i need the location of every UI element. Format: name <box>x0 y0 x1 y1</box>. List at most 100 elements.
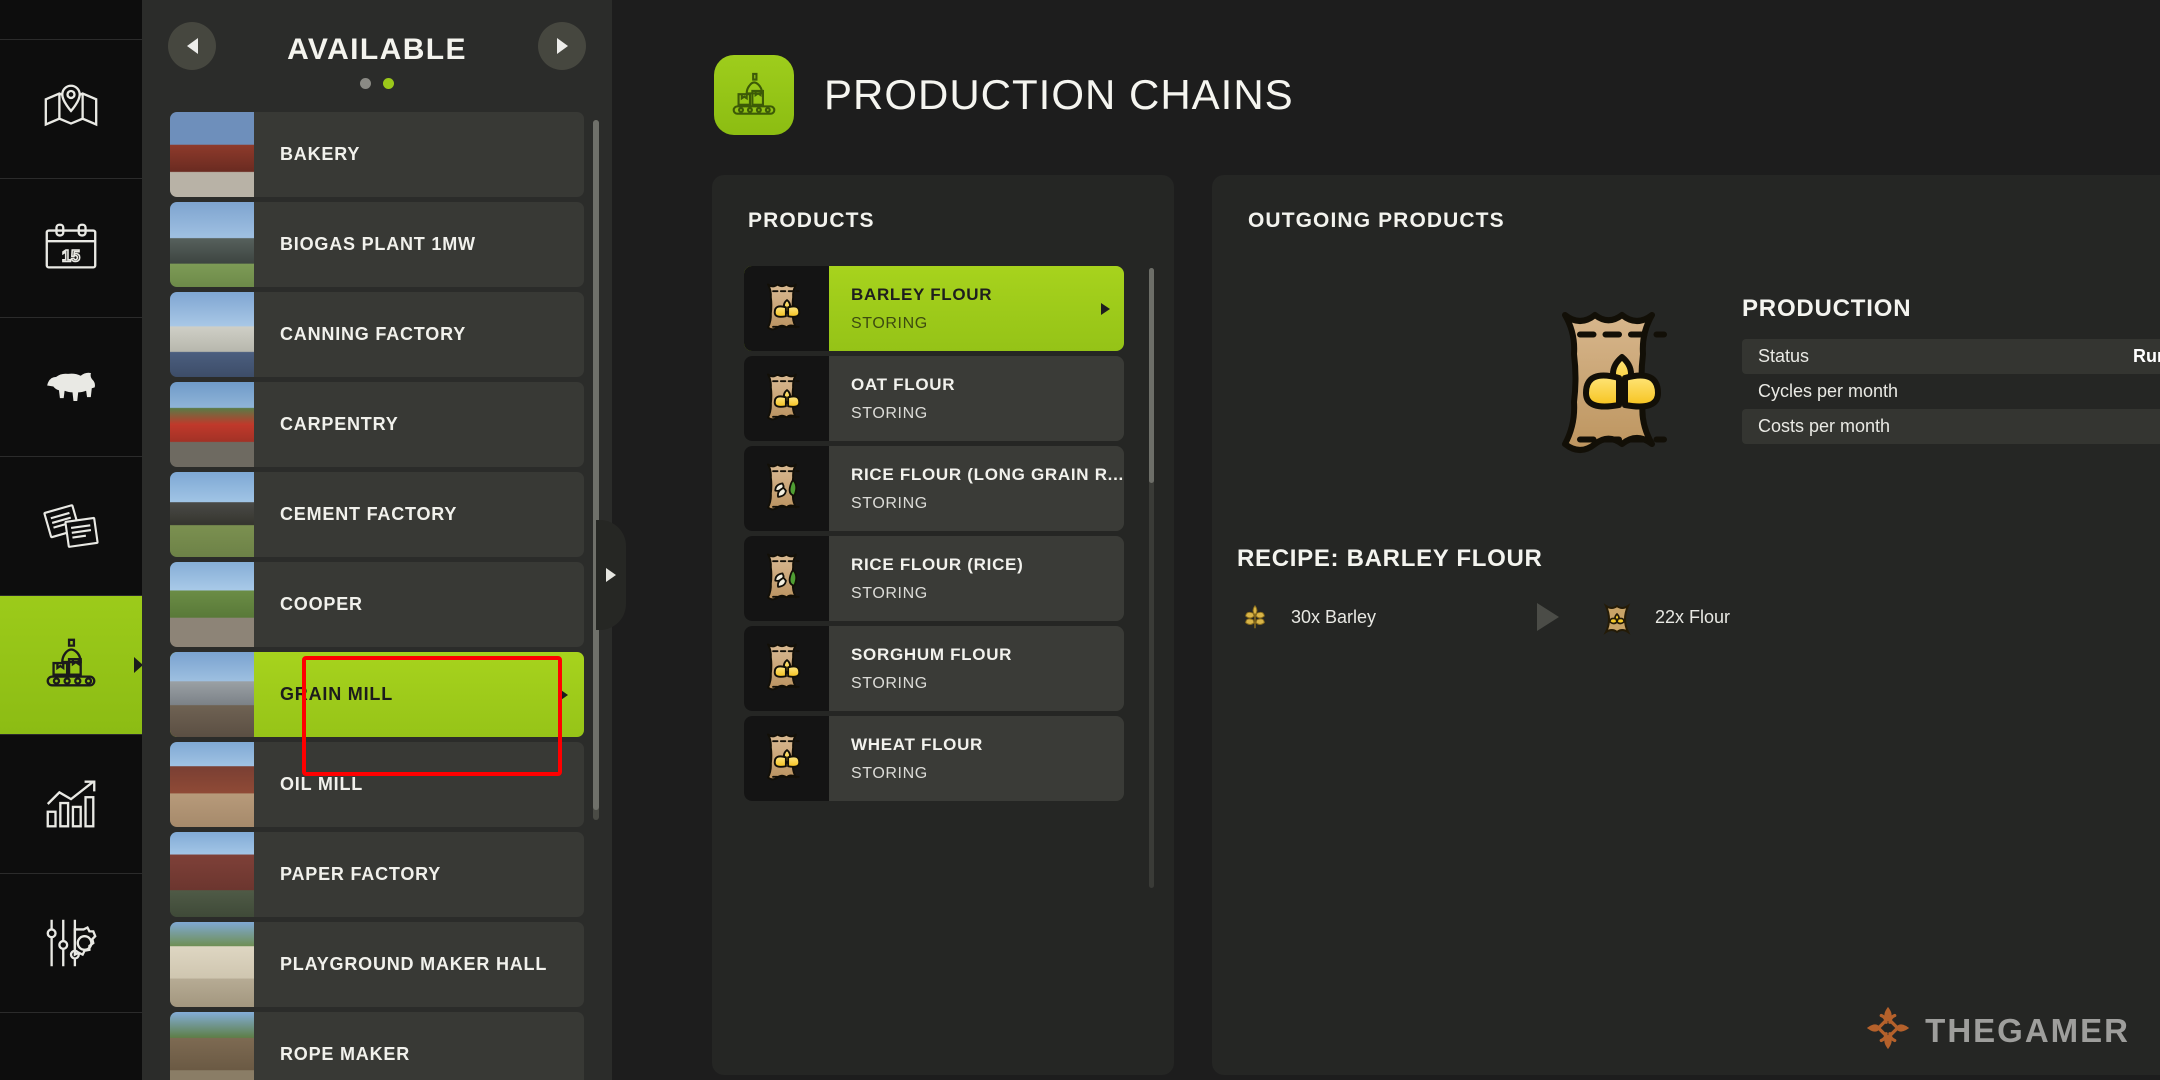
next-page-button[interactable] <box>538 22 586 70</box>
available-list-item-label: PAPER FACTORY <box>280 864 442 884</box>
cow-icon <box>47 372 95 402</box>
page-header: PRODUCTION CHAINS <box>714 55 1294 135</box>
sidebar-item-contracts[interactable] <box>0 457 142 596</box>
available-list-item[interactable]: ROPE MAKER <box>170 1012 584 1080</box>
panel-title: AVAILABLE <box>287 33 467 66</box>
available-list-item-label: ROPE MAKER <box>280 1044 411 1064</box>
recipe-arrow-icon <box>1537 603 1559 631</box>
sidebar-item-settings[interactable] <box>0 874 142 1013</box>
available-list-item[interactable]: PLAYGROUND MAKER HALL <box>170 922 584 1007</box>
page-title: PRODUCTION CHAINS <box>824 71 1294 118</box>
production-thumbnail <box>170 562 254 647</box>
chevron-right-icon <box>556 38 568 54</box>
flour-bag-icon <box>744 716 829 801</box>
panel-collapse-tab[interactable] <box>596 520 626 630</box>
available-list[interactable]: BAKERY BIOGAS PLANT 1MW CANNING FACTORY CAR… <box>142 112 612 1080</box>
available-list-item-label: CARPENTRY <box>280 414 399 434</box>
product-state: STORING <box>851 494 928 512</box>
watermark-text: THEGAMER <box>1925 1011 2130 1049</box>
page-icon-badge <box>714 55 794 135</box>
available-list-item-label: GRAIN MILL <box>280 684 393 704</box>
stat-label: Costs per month <box>1758 416 1891 436</box>
site-watermark: THEGAMER <box>1865 1005 2130 1056</box>
documents-icon <box>43 504 99 548</box>
production-stats: PRODUCTION Status Running Cycles per month… <box>1742 295 2160 444</box>
production-stat-row: Cycles per month480 <box>1742 374 2160 409</box>
flour-bag-icon <box>744 626 829 711</box>
available-list-item[interactable]: BIOGAS PLANT 1MW <box>170 202 584 287</box>
available-list-item[interactable]: PAPER FACTORY <box>170 832 584 917</box>
available-list-item[interactable]: CARPENTRY <box>170 382 584 467</box>
production-stat-row: Costs per month24 € <box>1742 409 2160 444</box>
product-list-item[interactable]: BARLEY FLOUR STORING <box>744 266 1124 351</box>
products-scrollbar-thumb[interactable] <box>1149 268 1154 483</box>
sidebar-item-map[interactable] <box>0 40 142 179</box>
page-dot-2[interactable] <box>383 78 394 89</box>
available-list-item-label: PLAYGROUND MAKER HALL <box>280 954 548 974</box>
product-list-item[interactable]: RICE FLOUR (LONG GRAIN R... STORING <box>744 446 1124 531</box>
chevron-right-icon <box>558 687 568 702</box>
recipe-output-text: 22x Flour <box>1655 606 1731 627</box>
product-text: SORGHUM FLOUR STORING <box>851 645 1012 693</box>
stat-value: Running <box>2133 346 2160 366</box>
available-list-item-label: CEMENT FACTORY <box>280 504 458 524</box>
available-list-item[interactable]: CEMENT FACTORY <box>170 472 584 557</box>
production-thumbnail <box>170 382 254 467</box>
product-name: RICE FLOUR (LONG GRAIN R... <box>851 464 1124 484</box>
production-thumbnail <box>170 1012 254 1080</box>
product-state: STORING <box>851 674 928 692</box>
production-thumbnail <box>170 742 254 827</box>
sidebar-item-production[interactable] <box>0 596 143 735</box>
product-text: RICE FLOUR (RICE) STORING <box>851 555 1023 603</box>
sidebar-item-animals[interactable] <box>0 318 142 457</box>
bar-chart-icon <box>46 780 96 828</box>
available-list-item[interactable]: COOPER <box>170 562 584 647</box>
recipe-input-text: 30x Barley <box>1291 606 1377 627</box>
thegamer-logo-icon <box>1865 1005 1911 1056</box>
available-list-item[interactable]: OIL MILL <box>170 742 584 827</box>
production-stat-row: Status Running <box>1742 339 2160 374</box>
production-thumbnail <box>170 202 254 287</box>
available-list-item-label: COOPER <box>280 594 363 614</box>
barley-grain-icon <box>1237 599 1273 635</box>
product-name: RICE FLOUR (RICE) <box>851 554 1024 574</box>
available-list-item[interactable]: BAKERY <box>170 112 584 197</box>
calendar-15-icon: 15 <box>45 223 97 269</box>
product-list-item[interactable]: OAT FLOUR STORING <box>744 356 1124 441</box>
product-text: OAT FLOUR STORING <box>851 375 955 423</box>
product-list-item[interactable]: SORGHUM FLOUR STORING <box>744 626 1124 711</box>
products-list[interactable]: BARLEY FLOUR STORING OAT FLOUR STORING R… <box>744 266 1124 806</box>
product-list-item[interactable]: RICE FLOUR (RICE) STORING <box>744 536 1124 621</box>
outgoing-product-icon <box>1547 300 1697 470</box>
flour-bag-icon <box>744 266 829 351</box>
production-conveyor-icon <box>46 638 96 687</box>
products-card: PRODUCTS BARLEY FLOUR STORING OAT FLOUR … <box>712 175 1174 1075</box>
available-list-item[interactable]: GRAIN MILL <box>170 652 584 737</box>
sidebar-item-finances[interactable] <box>0 735 142 874</box>
product-name: BARLEY FLOUR <box>851 284 993 304</box>
product-name: WHEAT FLOUR <box>851 734 984 754</box>
product-list-item[interactable]: WHEAT FLOUR STORING <box>744 716 1124 801</box>
available-list-item[interactable]: CANNING FACTORY <box>170 292 584 377</box>
page-dot-1[interactable] <box>360 78 371 89</box>
production-thumbnail <box>170 832 254 917</box>
svg-text:15: 15 <box>62 248 80 266</box>
production-thumbnail <box>170 112 254 197</box>
available-scrollbar-thumb[interactable] <box>593 120 599 810</box>
product-state: STORING <box>851 764 928 782</box>
product-name: SORGHUM FLOUR <box>851 644 1013 664</box>
flour-bag-icon <box>1562 312 1667 453</box>
chevron-right-icon <box>606 568 616 582</box>
available-panel-header: AVAILABLE <box>142 0 612 100</box>
available-list-item-label: BIOGAS PLANT 1MW <box>280 234 476 254</box>
product-state: STORING <box>851 314 928 332</box>
sidebar-item-calendar[interactable]: 15 <box>0 179 142 318</box>
products-card-title: PRODUCTS <box>748 209 875 232</box>
stat-label: Status <box>1758 346 1810 366</box>
product-text: WHEAT FLOUR STORING <box>851 735 983 783</box>
product-text: BARLEY FLOUR STORING <box>851 285 992 333</box>
page-indicator-dots <box>142 78 612 89</box>
rice-bag-icon <box>744 446 829 531</box>
prev-page-button[interactable] <box>168 22 216 70</box>
production-thumbnail <box>170 652 254 737</box>
